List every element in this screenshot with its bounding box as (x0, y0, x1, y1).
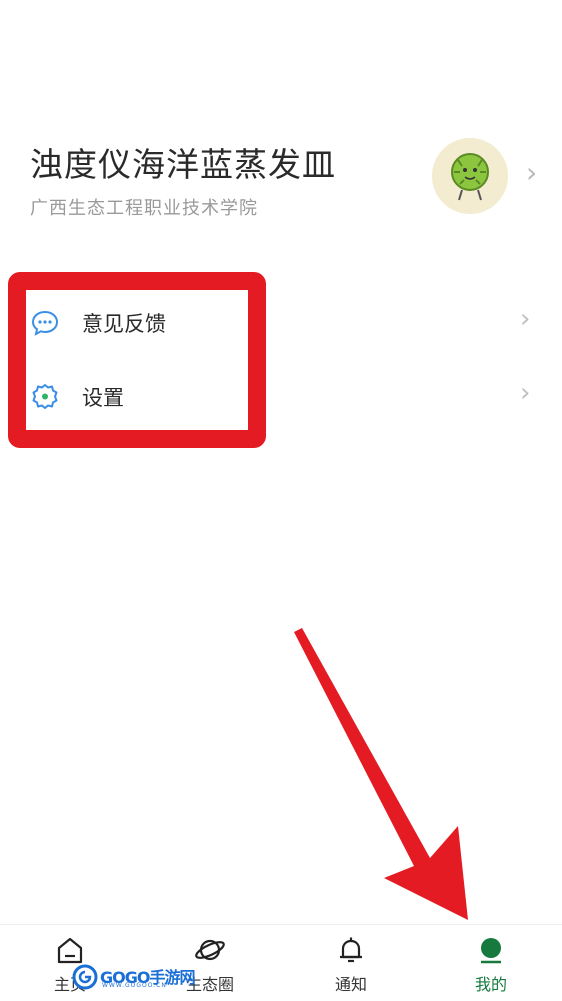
watermark-subtext: WWW.GOGOO.CN (102, 982, 167, 989)
tab-label-notify: 通知 (334, 975, 367, 994)
watermark-logo: GOGO手游网 WWW.GOGOO.CN (72, 962, 212, 992)
watermark-icon (72, 964, 98, 990)
profile-dot-icon (475, 935, 507, 965)
planet-icon (194, 935, 226, 965)
home-icon (54, 935, 86, 965)
tab-notifications[interactable]: 通知 (281, 925, 421, 1001)
tab-me[interactable]: 我的 (421, 925, 561, 1001)
annotation-arrow-icon (294, 628, 468, 920)
bell-icon (335, 935, 367, 965)
tab-label-me: 我的 (474, 975, 507, 994)
